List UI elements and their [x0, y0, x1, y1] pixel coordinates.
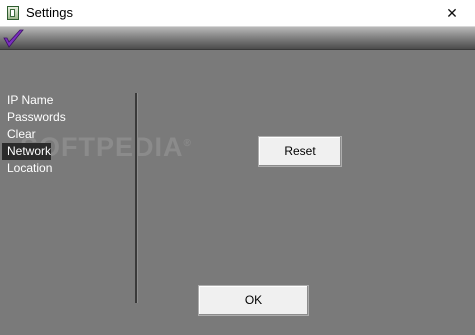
checkmark-logo-icon: [3, 29, 24, 48]
watermark-mark: ®: [183, 138, 192, 149]
settings-menu: IP Name Passwords Clear Network Location: [2, 92, 132, 177]
settings-app-icon: [7, 6, 19, 20]
close-button[interactable]: ✕: [429, 0, 475, 26]
vertical-divider: [135, 93, 138, 303]
reset-button[interactable]: Reset: [258, 136, 342, 167]
title-bar: Settings ✕: [0, 0, 475, 27]
window-title: Settings: [26, 5, 73, 20]
menu-item-ip-name[interactable]: IP Name: [2, 92, 132, 109]
menu-item-clear[interactable]: Clear: [2, 126, 132, 143]
ok-button[interactable]: OK: [198, 285, 309, 316]
banner-strip: [0, 27, 475, 50]
menu-item-location[interactable]: Location: [2, 160, 132, 177]
menu-item-network[interactable]: Network: [2, 143, 51, 160]
menu-item-passwords[interactable]: Passwords: [2, 109, 132, 126]
